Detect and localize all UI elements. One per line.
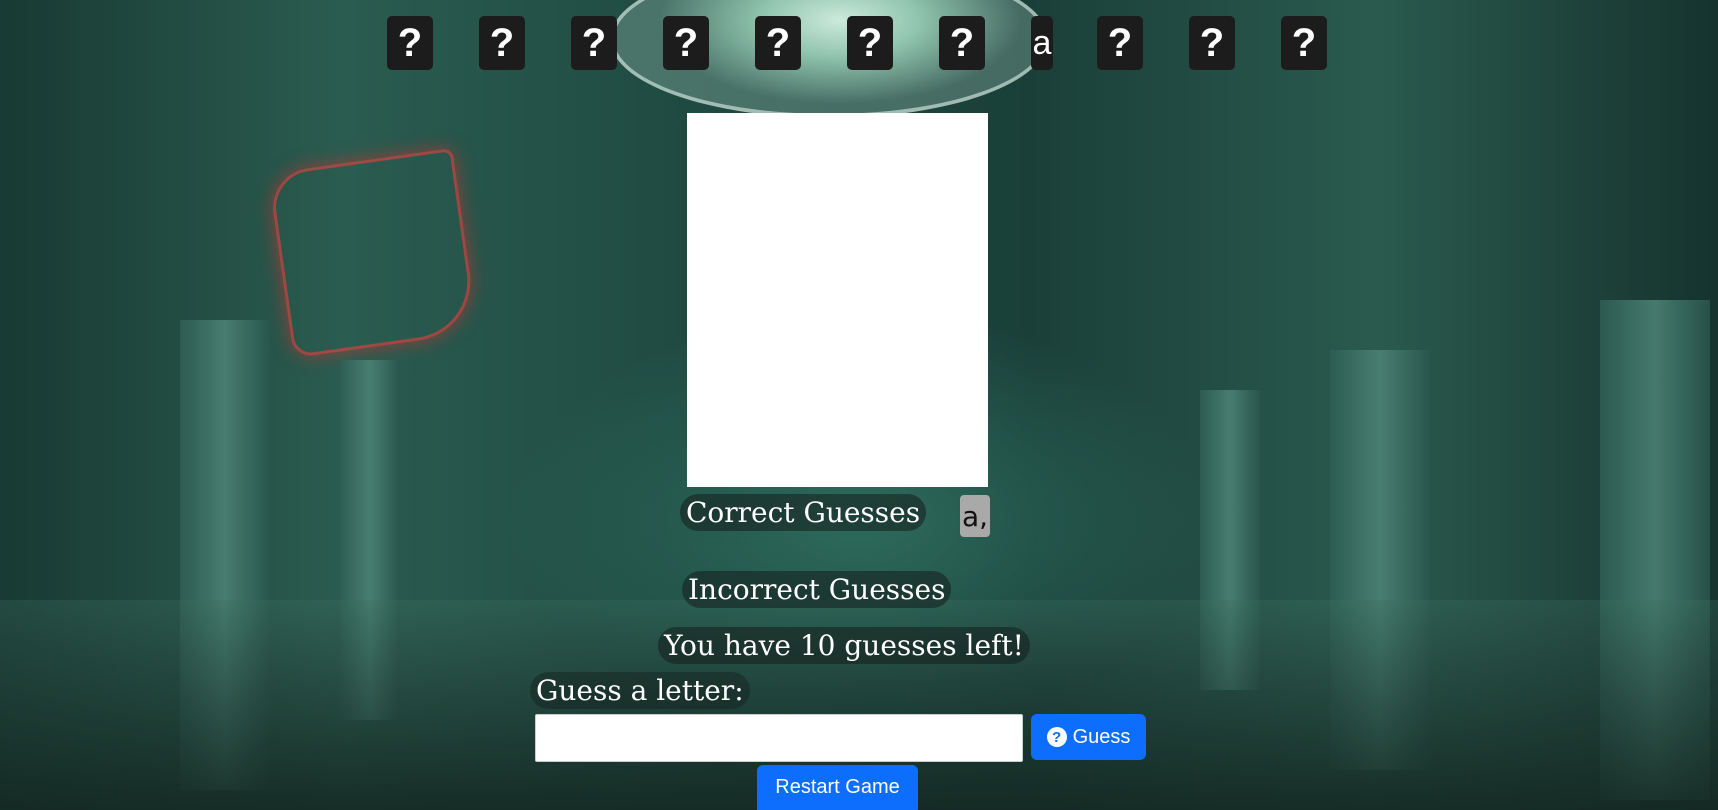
letter-tile: ? xyxy=(1281,16,1327,70)
letter-tile-revealed: a xyxy=(1031,16,1053,70)
letter-tile: ? xyxy=(755,16,801,70)
correct-guesses-label: Correct Guesses xyxy=(680,494,927,531)
letter-tile: ? xyxy=(847,16,893,70)
neon-sign xyxy=(267,147,479,359)
guess-letter-label: Guess a letter: xyxy=(530,672,750,709)
word-display: ? ? ? ? ? ? ? a ? ? ? xyxy=(0,16,1718,70)
pillar xyxy=(1330,350,1430,770)
restart-game-button[interactable]: Restart Game xyxy=(757,765,918,810)
pillar xyxy=(340,360,400,720)
pillar xyxy=(1200,390,1260,690)
letter-tile: ? xyxy=(571,16,617,70)
hangman-canvas xyxy=(687,113,988,487)
question-circle-icon: ? xyxy=(1046,727,1067,747)
guesses-left-status: You have 10 guesses left! xyxy=(658,627,1030,664)
guess-button[interactable]: ? Guess xyxy=(1031,714,1146,760)
letter-tile: ? xyxy=(1189,16,1235,70)
correct-guesses-list: a, xyxy=(960,495,990,537)
letter-tile: ? xyxy=(387,16,433,70)
pillar xyxy=(180,320,270,790)
letter-tile: ? xyxy=(479,16,525,70)
incorrect-guesses-label: Incorrect Guesses xyxy=(682,571,952,608)
guess-input[interactable] xyxy=(535,714,1023,762)
letter-tile: ? xyxy=(663,16,709,70)
letter-tile: ? xyxy=(939,16,985,70)
letter-tile: ? xyxy=(1097,16,1143,70)
pillar xyxy=(1600,300,1710,800)
guess-button-label: Guess xyxy=(1072,725,1131,748)
